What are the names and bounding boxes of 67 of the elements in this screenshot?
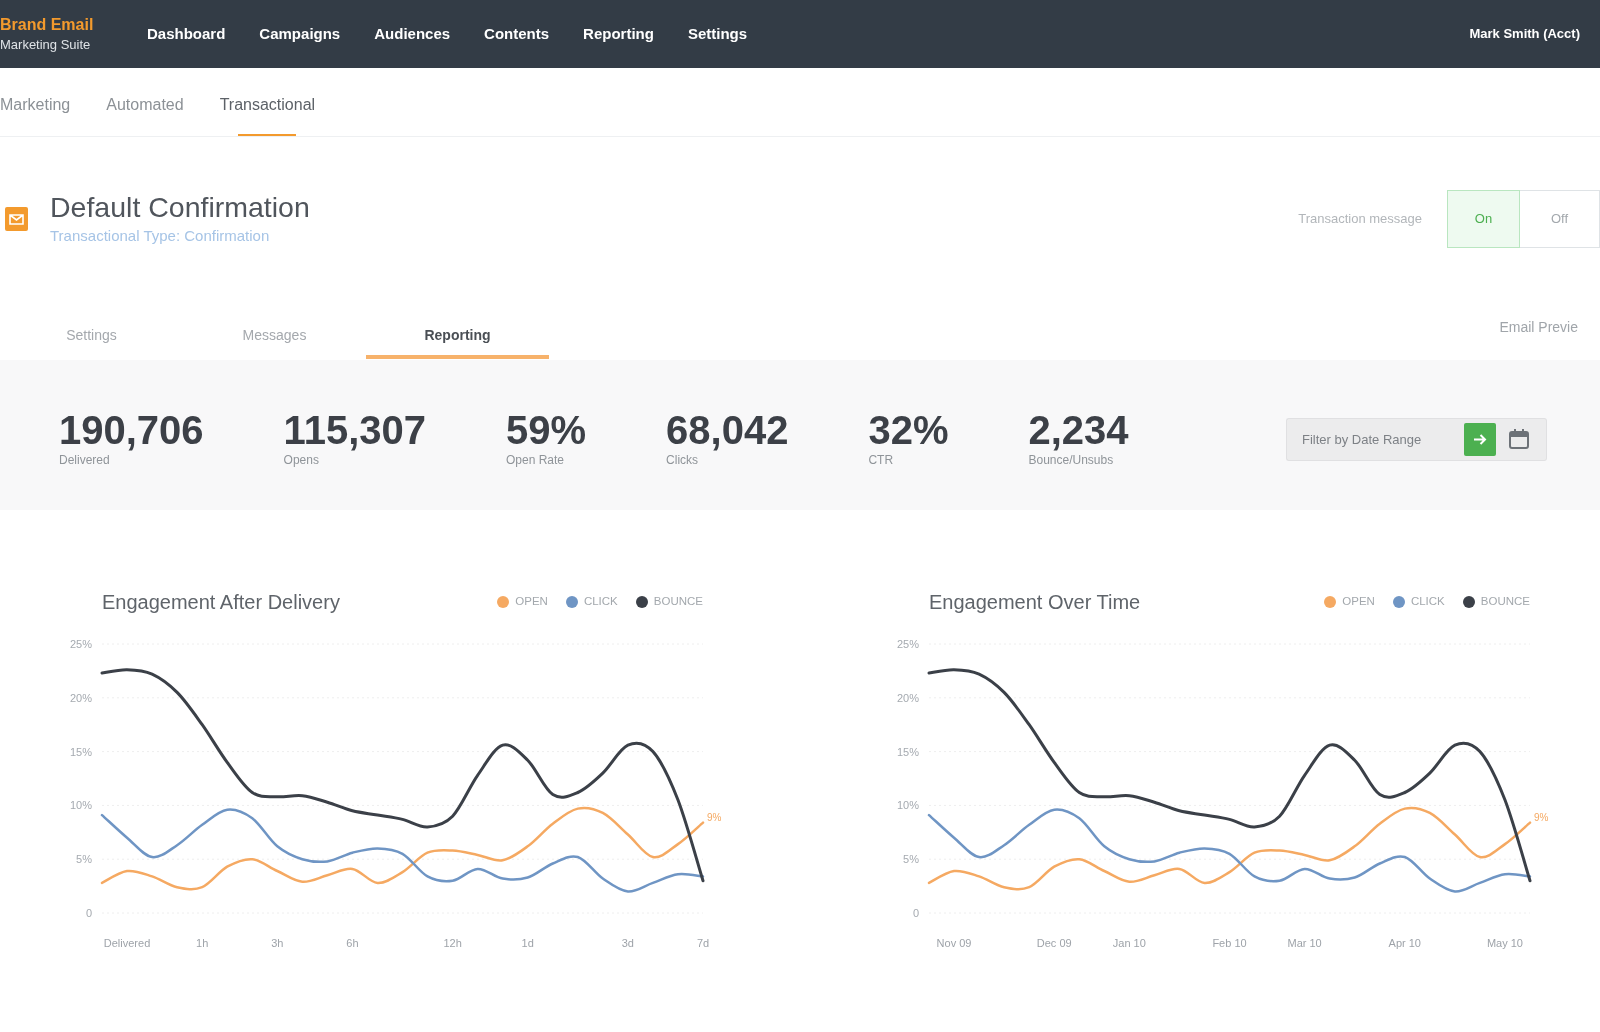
nav-link[interactable]: Contents bbox=[467, 0, 567, 68]
axis-label: 3d bbox=[621, 937, 634, 949]
axis-label: 1d bbox=[521, 937, 534, 949]
calendar-button[interactable] bbox=[1501, 417, 1547, 461]
logo-subtitle: Marketing Suite bbox=[0, 36, 92, 54]
legend-label: BOUNCE bbox=[1480, 594, 1530, 610]
axis-label: 1h bbox=[196, 937, 209, 949]
data-label: 9% bbox=[1534, 811, 1549, 823]
axis-label: Mar 10 bbox=[1287, 937, 1322, 949]
stat-label: CTR bbox=[868, 453, 895, 468]
axis-label: 5% bbox=[903, 853, 919, 866]
legend-label: CLICK bbox=[1410, 594, 1445, 610]
logo-text[interactable]: Brand Email bbox=[0, 14, 130, 36]
nav-link[interactable]: Audiences bbox=[357, 0, 468, 68]
axis-label: 20% bbox=[69, 691, 92, 704]
stat-label: Open Rate bbox=[506, 453, 566, 468]
chart-title: Engagement After Delivery bbox=[102, 590, 340, 615]
stat-label: Bounce/Unsubs bbox=[1028, 453, 1115, 468]
axis-label: 0 bbox=[85, 907, 92, 919]
stat-label: Opens bbox=[283, 453, 320, 468]
stat-value: 59% bbox=[506, 410, 587, 450]
chart-title: Engagement Over Time bbox=[929, 590, 1141, 615]
stat-value: 68,042 bbox=[666, 410, 789, 450]
axis-label: May 10 bbox=[1486, 937, 1523, 949]
subnav-tab[interactable]: Automated bbox=[106, 96, 184, 136]
axis-label: Dec 09 bbox=[1036, 937, 1072, 949]
axis-label: Feb 10 bbox=[1212, 937, 1247, 949]
axis-label: 6h bbox=[346, 937, 359, 949]
legend-label: CLICK bbox=[583, 594, 618, 610]
page-subtitle: Transactional Type: Confirmation bbox=[50, 225, 271, 246]
stat-value: 32% bbox=[868, 410, 949, 450]
axis-label: 3h bbox=[271, 937, 284, 949]
user-menu-link[interactable]: Mark Smith (Acct) bbox=[1469, 24, 1580, 44]
axis-label: Jan 10 bbox=[1112, 937, 1146, 949]
stat-value: 190,706 bbox=[59, 410, 204, 450]
axis-label: 15% bbox=[896, 745, 919, 758]
stat-value: 2,234 bbox=[1028, 410, 1129, 450]
nav-link[interactable]: Campaigns bbox=[242, 0, 358, 68]
axis-label: 20% bbox=[896, 691, 919, 704]
nav-link[interactable]: Reporting bbox=[566, 0, 671, 68]
toggle-label: Transaction message bbox=[1298, 210, 1422, 229]
legend-label: BOUNCE bbox=[653, 594, 703, 610]
nav-link[interactable]: Dashboard bbox=[130, 0, 243, 68]
axis-label: 5% bbox=[76, 853, 92, 866]
axis-label: 25% bbox=[896, 638, 919, 650]
date-range-field[interactable]: Filter by Date Range bbox=[1286, 417, 1459, 461]
axis-label: 10% bbox=[69, 799, 92, 812]
subnav-tab[interactable]: Transactional bbox=[219, 96, 316, 136]
axis-label: 10% bbox=[896, 799, 919, 812]
stat-value: 115,307 bbox=[283, 410, 426, 450]
axis-label: Nov 09 bbox=[936, 937, 972, 949]
axis-label: 15% bbox=[69, 745, 92, 758]
legend-label: OPEN bbox=[1342, 594, 1375, 610]
stat-label: Delivered bbox=[59, 453, 111, 468]
axis-label: 0 bbox=[912, 907, 919, 919]
stat-label: Clicks bbox=[666, 453, 700, 468]
axis-label: 12h bbox=[443, 937, 462, 949]
page-title: Default Confirmation bbox=[50, 190, 310, 224]
envelope-icon bbox=[5, 207, 28, 231]
axis-label: Apr 10 bbox=[1388, 937, 1421, 949]
axis-label: 25% bbox=[69, 638, 92, 650]
data-label: 9% bbox=[707, 811, 722, 823]
axis-label: Delivered bbox=[103, 937, 151, 949]
axis-label: 7d bbox=[696, 937, 710, 949]
legend-label: OPEN bbox=[515, 594, 548, 610]
calendar-icon bbox=[1508, 428, 1530, 450]
nav-link[interactable]: Settings bbox=[670, 0, 765, 68]
